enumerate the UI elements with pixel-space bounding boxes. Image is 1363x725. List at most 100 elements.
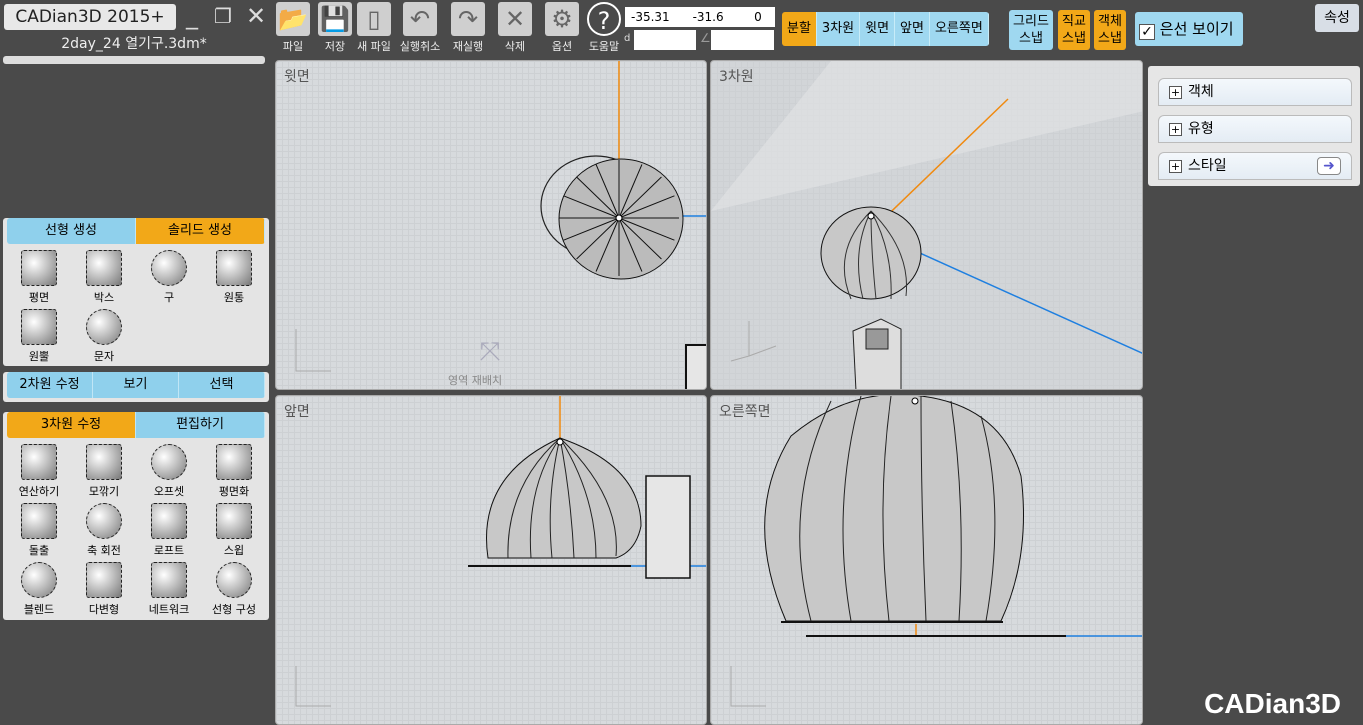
tool-icon: [216, 503, 252, 539]
snap-label: 객체: [1098, 14, 1122, 29]
tool-label: 평면: [28, 291, 50, 304]
tool-icon: [21, 503, 57, 539]
arrow-right-icon[interactable]: ➜: [1317, 157, 1341, 175]
panel-tab[interactable]: 솔리드 생성: [136, 218, 265, 244]
panel-tab[interactable]: 보기: [93, 372, 179, 398]
tool-button[interactable]: 문자: [72, 309, 136, 364]
tool-label: 돌출: [28, 544, 50, 557]
expand-icon[interactable]: +: [1169, 123, 1182, 136]
tool-icon: [86, 309, 122, 345]
save-icon: 💾: [318, 2, 352, 36]
viewport-top[interactable]: 윗면 ⤧ 영역 재배치: [275, 60, 707, 390]
distance-input[interactable]: [634, 30, 696, 50]
tool-button[interactable]: 선형 구성: [202, 562, 266, 617]
viewport-label: 오른쪽면: [719, 404, 771, 420]
tool-button[interactable]: 블렌드: [7, 562, 71, 617]
tool-label: 선형 구성: [212, 603, 256, 616]
coord-y: -31.6: [692, 10, 724, 24]
accordion-objects[interactable]: + 객체: [1158, 78, 1352, 106]
tool-label: 모깎기: [88, 485, 120, 498]
panel-tab[interactable]: 2차원 수정: [7, 372, 93, 398]
viewport-perspective[interactable]: 3차원: [710, 60, 1143, 390]
snap-label: 스냅: [1062, 31, 1086, 46]
tool-button[interactable]: 스윕: [202, 503, 266, 558]
tool-button[interactable]: 다변형: [72, 562, 136, 617]
tool-label: 스윕: [223, 544, 245, 557]
tool-label: 구: [163, 291, 175, 304]
toolbar-redo-button[interactable]: ↷ 재실행: [446, 2, 490, 54]
viewport-label: 윗면: [284, 69, 310, 85]
file-name: 2day_24 열기구.3dm*: [61, 36, 207, 52]
tool-icon: [86, 562, 122, 598]
view-selector: 분할 3차원 윗면 앞면 오른쪽면: [782, 12, 989, 46]
close-icon[interactable]: ✕: [246, 2, 266, 30]
tool-button[interactable]: 로프트: [137, 503, 201, 558]
accordion-type[interactable]: + 유형: [1158, 115, 1352, 143]
tool-icon: [216, 562, 252, 598]
snap-toggle[interactable]: 직교 스냅: [1058, 10, 1090, 50]
coord-z: 0: [754, 10, 762, 24]
folder-icon: 📂: [276, 2, 310, 36]
panel-tab[interactable]: 편집하기: [136, 412, 265, 438]
view-tab[interactable]: 앞면: [895, 12, 930, 46]
coordinate-readout: -35.31 -31.6 0: [625, 7, 775, 27]
restore-icon[interactable]: ❐: [214, 4, 232, 28]
snap-toggle[interactable]: 그리드스냅: [1009, 10, 1053, 50]
toolbar-save-button[interactable]: 💾 저장: [313, 2, 357, 54]
expand-icon[interactable]: +: [1169, 86, 1182, 99]
toolbar-gear-button[interactable]: ⚙ 옵션: [540, 2, 584, 54]
rearrange-icon[interactable]: ⤧: [472, 337, 508, 371]
panel-tab[interactable]: 선택: [179, 372, 265, 398]
panel-tab[interactable]: 3차원 수정: [7, 412, 136, 438]
rearrange-label[interactable]: 영역 재배치: [448, 372, 502, 388]
tool-label: 연산하기: [18, 485, 60, 498]
properties-button[interactable]: 속성: [1315, 4, 1359, 32]
panel-tab[interactable]: 선형 생성: [7, 218, 136, 244]
tool-button[interactable]: 연산하기: [7, 444, 71, 499]
expand-icon[interactable]: +: [1169, 160, 1182, 173]
accordion-label: 유형: [1188, 121, 1214, 137]
toolbar-new-file-button[interactable]: ▯ 새 파일: [352, 2, 396, 54]
progress-bar: [3, 56, 265, 64]
tool-label: 원통: [223, 291, 245, 304]
viewport-front[interactable]: 앞면: [275, 395, 707, 725]
toolbar-label: 옵션: [551, 40, 573, 53]
snap-label: 그리드: [1013, 14, 1049, 29]
toolbar-folder-button[interactable]: 📂 파일: [271, 2, 315, 54]
tool-button[interactable]: 박스: [72, 250, 136, 305]
snap-label: 스냅: [1019, 31, 1043, 46]
view-tab[interactable]: 윗면: [860, 12, 896, 46]
tool-button[interactable]: 원통: [202, 250, 266, 305]
viewport-right[interactable]: 오른쪽면: [710, 395, 1143, 725]
toolbar-delete-button[interactable]: ✕ 삭제: [493, 2, 537, 54]
tool-button[interactable]: 돌출: [7, 503, 71, 558]
tool-button[interactable]: 평면화: [202, 444, 266, 499]
tool-icon: [151, 444, 187, 480]
tool-label: 로프트: [153, 544, 185, 557]
tool-button[interactable]: 평면: [7, 250, 71, 305]
tool-button[interactable]: 구: [137, 250, 201, 305]
tool-icon: [21, 444, 57, 480]
toolbar-label: 재실행: [452, 40, 484, 53]
snap-label: 스냅: [1098, 31, 1122, 46]
tool-button[interactable]: 네트워크: [137, 562, 201, 617]
angle-input[interactable]: [711, 30, 774, 50]
toolbar-undo-button[interactable]: ↶ 실행취소: [398, 2, 442, 54]
app-menu-button[interactable]: CADian3D 2015+: [4, 4, 176, 30]
view-tab[interactable]: 3차원: [816, 12, 861, 46]
view-tab[interactable]: 오른쪽면: [929, 12, 989, 46]
checkbox-icon[interactable]: ✓: [1139, 24, 1155, 40]
view-tab[interactable]: 분할: [782, 12, 817, 46]
properties-panel: + 객체 + 유형 + 스타일 ➜: [1148, 66, 1360, 186]
tool-button[interactable]: 모깎기: [72, 444, 136, 499]
snap-toggle[interactable]: 객체스냅: [1094, 10, 1126, 50]
tool-button[interactable]: 원뿔: [7, 309, 71, 364]
hidden-lines-toggle[interactable]: ✓ 은선 보이기: [1135, 12, 1243, 46]
modify-panel: 2차원 수정 보기 선택: [3, 372, 269, 402]
tool-button[interactable]: 오프셋: [137, 444, 201, 499]
minimize-icon[interactable]: _: [186, 2, 198, 30]
tool-icon: [216, 444, 252, 480]
tool-button[interactable]: 축 회전: [72, 503, 136, 558]
accordion-style[interactable]: + 스타일 ➜: [1158, 152, 1352, 180]
toolbar-help-button[interactable]: ? 도움말: [582, 2, 626, 54]
